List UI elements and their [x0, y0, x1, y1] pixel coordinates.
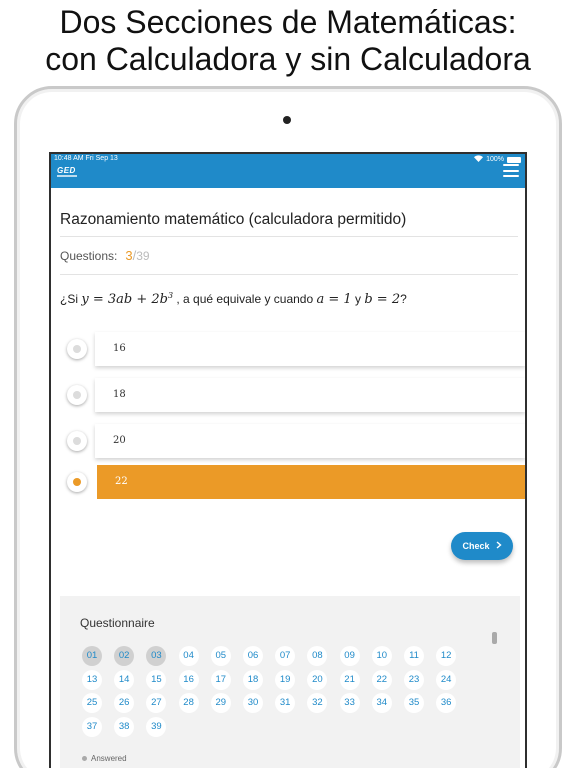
question-number-30[interactable]: 30: [243, 693, 263, 713]
menu-bar: [503, 169, 519, 172]
answer-option-text[interactable]: 16: [95, 332, 525, 366]
question-number-09[interactable]: 09: [339, 646, 360, 666]
promo-headline: Dos Secciones de Matemáticas: con Calcul…: [0, 0, 576, 86]
scrollbar-thumb[interactable]: [492, 632, 497, 644]
question-number-07[interactable]: 07: [275, 646, 296, 666]
radio-button[interactable]: [67, 339, 87, 359]
questionnaire-title: Questionnaire: [80, 616, 155, 630]
questions-counter: Questions: 3 / 39: [60, 248, 150, 263]
camera-dot: [283, 116, 291, 124]
question-number-25[interactable]: 25: [82, 693, 102, 713]
question-expression-2: a = 1: [316, 292, 352, 307]
radio-dot: [73, 391, 81, 399]
question-number-18[interactable]: 18: [243, 669, 263, 690]
menu-bar: [503, 175, 519, 177]
question-suffix: ?: [400, 292, 407, 306]
question-number-36[interactable]: 36: [436, 693, 457, 713]
divider: [60, 274, 518, 275]
questions-label: Questions:: [60, 249, 118, 263]
question-number-15[interactable]: 15: [146, 669, 167, 690]
wifi-icon: [474, 155, 484, 164]
question-number-10[interactable]: 10: [371, 646, 392, 666]
question-number-20[interactable]: 20: [307, 669, 328, 690]
question-number-33[interactable]: 33: [339, 693, 360, 713]
radio-dot: [73, 478, 81, 486]
question-number-14[interactable]: 14: [114, 669, 135, 690]
hamburger-menu-icon[interactable]: [503, 164, 519, 177]
question-and: y: [351, 292, 365, 306]
question-number-08[interactable]: 08: [307, 646, 328, 666]
question-number-31[interactable]: 31: [275, 693, 296, 713]
question-number-39[interactable]: 39: [146, 716, 167, 737]
question-number-05[interactable]: 05: [210, 646, 231, 666]
answer-option-text[interactable]: 18: [95, 378, 525, 412]
question-expression-3: b = 2: [364, 292, 401, 307]
divider: [60, 236, 518, 237]
question-number-27[interactable]: 27: [146, 693, 167, 713]
question-number-21[interactable]: 21: [339, 669, 360, 690]
radio-button[interactable]: [67, 385, 87, 405]
section-title: Razonamiento matemático (calculadora per…: [60, 211, 407, 228]
headline-line-1: Dos Secciones de Matemáticas:: [59, 4, 517, 40]
question-number-04[interactable]: 04: [178, 646, 199, 666]
question-number-19[interactable]: 19: [275, 669, 296, 690]
radio-button[interactable]: [67, 431, 87, 451]
headline-line-2: con Calculadora y sin Calculadora: [45, 41, 531, 77]
logo-underline: [57, 175, 77, 177]
question-number-12[interactable]: 12: [436, 646, 457, 666]
app-header: 10:48 AM Fri Sep 13 100% GED: [51, 154, 525, 188]
question-number-35[interactable]: 35: [404, 693, 424, 713]
app-screen: 10:48 AM Fri Sep 13 100% GED Razonamient…: [49, 152, 527, 768]
question-text: ¿Si y = 3ab + 2b3 , a qué equivale y cua…: [60, 291, 407, 307]
question-number-16[interactable]: 16: [178, 669, 199, 690]
question-prefix: ¿Si: [60, 292, 82, 306]
question-number-34[interactable]: 34: [371, 693, 392, 713]
answered-legend-dot: [82, 756, 87, 761]
question-number-03[interactable]: 03: [146, 646, 167, 666]
answer-option[interactable]: 18: [51, 378, 525, 412]
battery-icon: [507, 156, 521, 163]
total-questions: 39: [136, 249, 150, 263]
question-number-38[interactable]: 38: [114, 716, 135, 737]
question-middle: , a qué equivale y cuando: [173, 292, 317, 306]
question-number-26[interactable]: 26: [114, 693, 135, 713]
radio-button[interactable]: [67, 472, 87, 492]
answer-option[interactable]: 20: [51, 424, 525, 458]
question-number-28[interactable]: 28: [178, 693, 199, 713]
answer-option-text[interactable]: 20: [95, 424, 525, 458]
status-time: 10:48 AM Fri Sep 13: [54, 155, 118, 162]
answer-option[interactable]: 16: [51, 332, 525, 366]
question-number-01[interactable]: 01: [82, 646, 102, 666]
question-number-17[interactable]: 17: [210, 669, 231, 690]
question-number-11[interactable]: 11: [404, 646, 424, 666]
menu-bar: [503, 164, 519, 166]
question-number-23[interactable]: 23: [404, 669, 424, 690]
status-right: 100%: [474, 155, 521, 164]
question-number-32[interactable]: 32: [307, 693, 328, 713]
question-number-02[interactable]: 02: [114, 646, 135, 666]
chevron-right-icon: [496, 541, 502, 551]
radio-dot: [73, 345, 81, 353]
legend: Answered: [82, 754, 127, 763]
question-number-06[interactable]: 06: [243, 646, 263, 666]
battery-percent: 100%: [486, 156, 504, 163]
current-question-number: 3: [125, 248, 133, 263]
legend-label: Answered: [91, 754, 127, 763]
check-button[interactable]: Check: [451, 532, 513, 560]
question-number-37[interactable]: 37: [82, 716, 102, 737]
ged-logo: GED: [57, 166, 76, 175]
radio-dot: [73, 437, 81, 445]
questionnaire-panel: Questionnaire 01 02 03 04 05 06 07 08 09 10 11 12 13…: [60, 596, 520, 768]
question-number-24[interactable]: 24: [436, 669, 457, 690]
answer-option-text[interactable]: 22: [97, 465, 525, 499]
question-number-29[interactable]: 29: [210, 693, 231, 713]
question-number-13[interactable]: 13: [82, 669, 102, 690]
question-number-22[interactable]: 22: [371, 669, 392, 690]
question-expression-1: y = 3ab + 2b: [81, 292, 168, 307]
answer-option[interactable]: 22: [51, 465, 525, 499]
check-label: Check: [462, 541, 490, 551]
